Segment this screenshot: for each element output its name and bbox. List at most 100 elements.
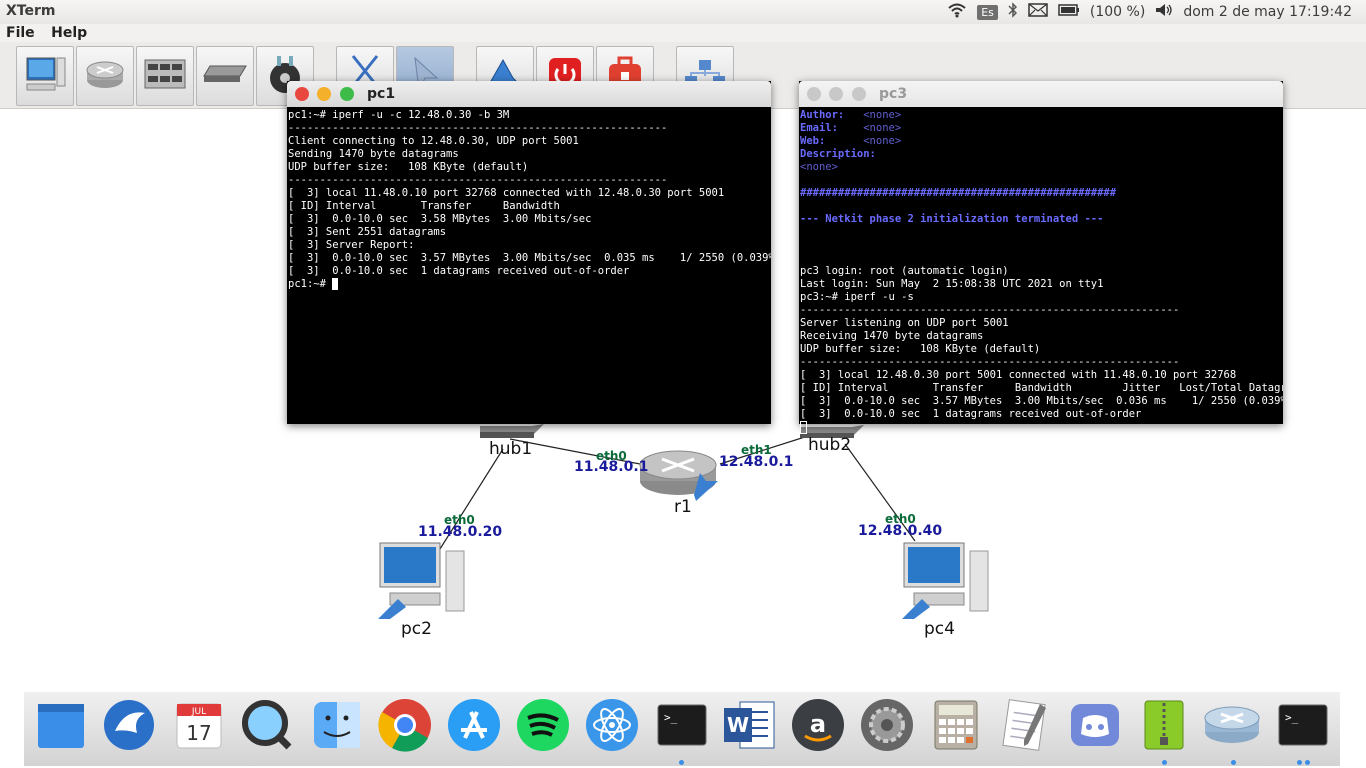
- dock-xterm[interactable]: >_: [1276, 700, 1330, 754]
- window-title: pc1: [367, 86, 396, 102]
- description-label: Description:: [800, 148, 876, 160]
- router-icon: [83, 54, 127, 98]
- volume-icon[interactable]: [1155, 3, 1173, 21]
- dock-archive-manager[interactable]: [1137, 700, 1191, 754]
- terminal-line: ----------------------------------------…: [288, 174, 668, 186]
- dock-atom[interactable]: [585, 699, 639, 754]
- svg-text:>_: >_: [664, 711, 678, 724]
- dock-finder[interactable]: [310, 700, 364, 754]
- dock-quicktime[interactable]: [240, 700, 294, 754]
- finder-icon: [312, 700, 362, 754]
- netkit-router-icon: [1203, 704, 1261, 750]
- pc4-eth0-ip: 12.48.0.40: [858, 523, 943, 539]
- dock-word[interactable]: W: [722, 700, 776, 754]
- terminal-line: Receiving 1470 byte datagrams: [800, 330, 984, 342]
- dock-app-store[interactable]: [447, 698, 501, 756]
- add-router-button[interactable]: [76, 46, 134, 106]
- phase-message: --- Netkit phase 2 initialization termin…: [800, 213, 1104, 225]
- bird-browser-icon: [103, 699, 155, 755]
- maximize-icon[interactable]: [340, 87, 354, 101]
- terminal-line: [ 3] 0.0-10.0 sec 3.58 MBytes 3.00 Mbits…: [288, 213, 592, 225]
- files-icon: [36, 700, 86, 754]
- battery-icon[interactable]: [1058, 4, 1080, 20]
- pc1-titlebar[interactable]: pc1: [287, 81, 771, 107]
- terminal-line: [ 3] local 12.48.0.30 port 5001 connecte…: [800, 369, 1237, 381]
- pc1-terminal-output[interactable]: pc1:~# iperf -u -c 12.48.0.30 -b 3M -----…: [287, 107, 771, 293]
- add-computer-button[interactable]: [16, 46, 74, 106]
- terminal-line: [ ID] Interval Transfer Bandwidth: [288, 200, 560, 212]
- chrome-icon: [378, 698, 432, 756]
- terminal-line: [ 3] 0.0-10.0 sec 3.57 MBytes 3.00 Mbits…: [288, 252, 771, 264]
- pc4-label: pc4: [924, 619, 955, 639]
- dock-browser[interactable]: [102, 700, 156, 754]
- menu-bar: File Help: [0, 24, 1366, 42]
- pc3-terminal-output[interactable]: Author: <none> Email: <none> Web: <none> De…: [799, 107, 1283, 437]
- dock-settings[interactable]: [860, 699, 914, 754]
- close-icon[interactable]: [295, 87, 309, 101]
- amazon-icon: a: [791, 698, 845, 756]
- dock-amazon[interactable]: a: [791, 698, 845, 756]
- bluetooth-icon[interactable]: [1008, 2, 1018, 22]
- dock-calendar[interactable]: JUL 17: [172, 700, 226, 754]
- minimize-icon[interactable]: [317, 87, 331, 101]
- running-indicator: [1305, 760, 1310, 765]
- close-icon[interactable]: [807, 87, 821, 101]
- menu-file[interactable]: File: [6, 24, 35, 41]
- pc2-label: pc2: [401, 619, 432, 639]
- app-store-icon: [447, 698, 501, 756]
- terminal-line: [ 3] local 11.48.0.10 port 32768 connect…: [288, 187, 725, 199]
- pc1-terminal-window[interactable]: pc1 pc1:~# iperf -u -c 12.48.0.30 -b 3M -…: [287, 81, 771, 424]
- terminal-line: pc3 login: root (automatic login): [800, 265, 1009, 277]
- keyboard-layout-indicator[interactable]: Es: [977, 4, 998, 20]
- svg-text:a: a: [810, 710, 826, 738]
- menu-help[interactable]: Help: [51, 24, 87, 41]
- top-panel: XTerm Es (100 %) dom 2 de may 17:19:42: [0, 0, 1366, 25]
- calendar-icon: JUL 17: [175, 700, 223, 754]
- pc2-device[interactable]: [376, 541, 468, 625]
- r1-label: r1: [674, 497, 692, 517]
- dock-terminal[interactable]: >_: [655, 700, 709, 754]
- cursor: [800, 421, 807, 434]
- dock-calculator[interactable]: [929, 700, 983, 754]
- wifi-icon[interactable]: [947, 2, 967, 22]
- dock-text-editor[interactable]: [998, 699, 1052, 754]
- dock-discord[interactable]: [1068, 700, 1122, 754]
- dock-netkit[interactable]: [1203, 700, 1261, 754]
- terminal-line: UDP buffer size: 108 KByte (default): [288, 161, 529, 173]
- add-hub-button[interactable]: [196, 46, 254, 106]
- terminal-line: UDP buffer size: 108 KByte (default): [800, 343, 1041, 355]
- pc3-titlebar[interactable]: pc3: [799, 81, 1283, 107]
- clock[interactable]: dom 2 de may 17:19:42: [1183, 4, 1352, 20]
- terminal-line: ----------------------------------------…: [288, 122, 668, 134]
- r1-eth1-ip: 12.48.0.1: [719, 454, 794, 470]
- computer-icon: [23, 52, 67, 100]
- battery-percentage: (100 %): [1089, 4, 1146, 20]
- calendar-day: 17: [186, 721, 211, 745]
- pc4-device[interactable]: [900, 541, 992, 625]
- dock-spotify[interactable]: [516, 698, 570, 756]
- terminal-line: Server listening on UDP port 5001: [800, 317, 1009, 329]
- pc3-terminal-window[interactable]: pc3 Author: <none> Email: <none> Web: <non…: [799, 81, 1283, 434]
- terminal-line: ----------------------------------------…: [800, 304, 1180, 316]
- mail-icon[interactable]: [1028, 3, 1048, 21]
- hub-icon: [202, 62, 248, 90]
- minimize-icon[interactable]: [829, 87, 843, 101]
- window-title: pc3: [879, 86, 908, 102]
- maximize-icon[interactable]: [852, 87, 866, 101]
- terminal-line: Sending 1470 byte datagrams: [288, 148, 459, 160]
- xterm-icon: >_: [1277, 701, 1329, 753]
- author-label: Author:: [800, 109, 845, 121]
- terminal-line: [ 3] Server Report:: [288, 239, 415, 251]
- terminal-line: [ 3] Sent 2551 datagrams: [288, 226, 447, 238]
- dock-files[interactable]: [34, 700, 88, 754]
- add-switch-button[interactable]: [136, 46, 194, 106]
- pc2-eth0-ip: 11.48.0.20: [418, 524, 503, 540]
- dock-chrome[interactable]: [378, 698, 432, 756]
- email-label: Email:: [800, 122, 838, 134]
- hub1-label: hub1: [489, 439, 533, 459]
- terminal-line: pc1:~# iperf -u -c 12.48.0.30 -b 3M: [288, 109, 510, 121]
- terminal-line: ----------------------------------------…: [800, 356, 1180, 368]
- spotify-icon: [516, 698, 570, 756]
- r1-eth0-ip: 11.48.0.1: [574, 459, 649, 475]
- terminal-line: [ 3] 0.0-10.0 sec 3.57 MBytes 3.00 Mbits…: [800, 395, 1283, 407]
